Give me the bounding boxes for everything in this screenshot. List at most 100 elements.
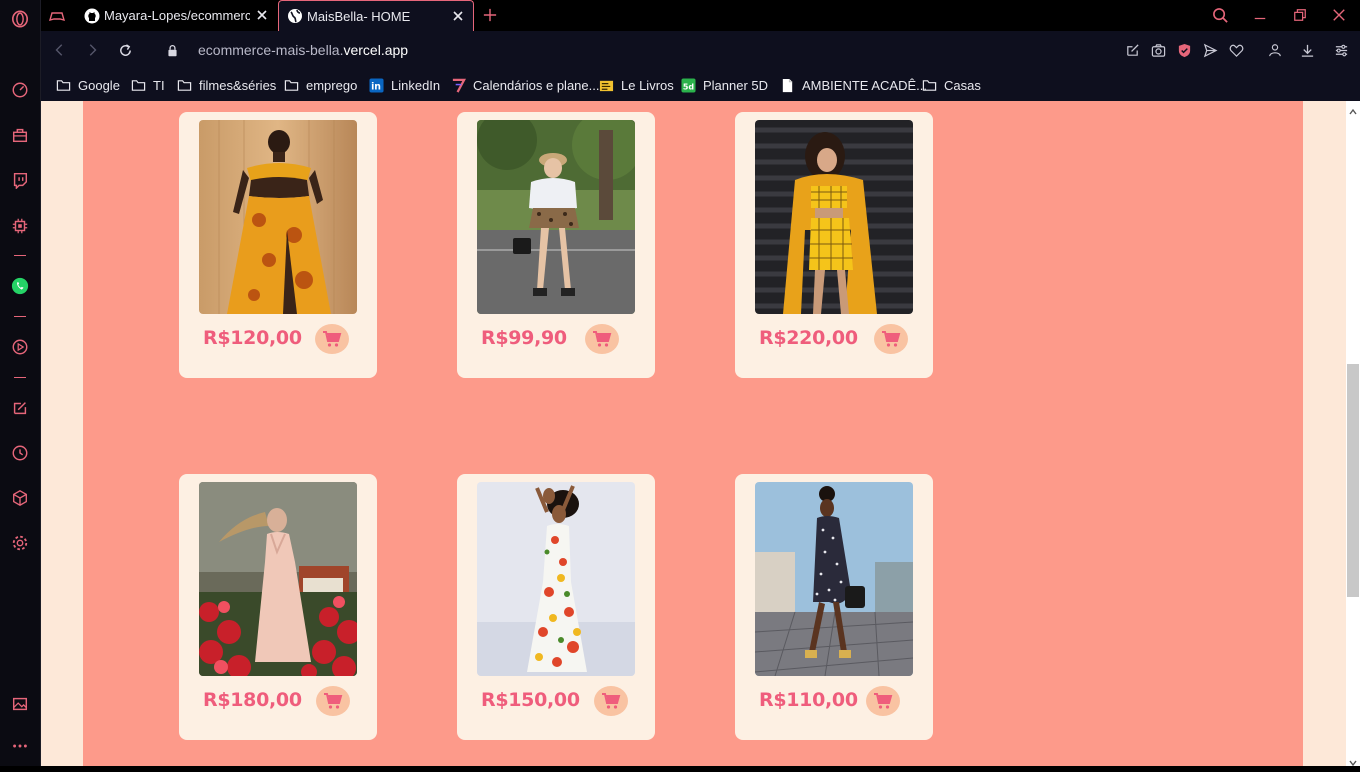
- image-gallery-icon[interactable]: [10, 694, 30, 714]
- scroll-down-arrow-icon[interactable]: [1349, 754, 1357, 767]
- forward-icon[interactable]: [83, 41, 101, 59]
- bookmark-filmes-series[interactable]: filmes&séries: [176, 75, 276, 95]
- easy-setup-icon[interactable]: [1332, 41, 1350, 59]
- svg-text:5d: 5d: [682, 82, 694, 91]
- bookmark-label: Le Livros: [621, 77, 674, 93]
- browser-sidebar: [0, 0, 41, 766]
- calendar-logo-icon: [450, 77, 466, 93]
- shopping-cart-icon: [602, 693, 621, 709]
- bookmark-label: LinkedIn: [391, 77, 441, 93]
- opera-logo-icon[interactable]: [10, 9, 30, 29]
- pinboard-icon[interactable]: [10, 398, 30, 418]
- product-price: R$150,00: [481, 689, 580, 711]
- workspaces-icon[interactable]: [10, 125, 30, 145]
- product-price: R$180,00: [203, 689, 302, 711]
- product-image[interactable]: [477, 120, 635, 314]
- page-viewport: R$120,00 R$99,90 R$220,00 R$180,00 R$150…: [41, 101, 1360, 766]
- add-to-cart-button[interactable]: [874, 324, 908, 354]
- bookmark-label: filmes&séries: [199, 77, 277, 93]
- tab-bar: Mayara-Lopes/ecommerce MaisBella- HOME: [41, 0, 1360, 31]
- more-options-icon[interactable]: [10, 736, 30, 756]
- page-scrollbar[interactable]: [1346, 101, 1360, 767]
- bookmark-linkedin[interactable]: in LinkedIn: [368, 75, 440, 95]
- tab-gx[interactable]: [41, 0, 73, 31]
- product-card[interactable]: R$150,00: [457, 474, 655, 740]
- tab-title: MaisBella- HOME: [307, 8, 411, 24]
- bookmark-label: AMBIENTE ACADÊ...: [802, 77, 927, 93]
- tab-title: Mayara-Lopes/ecommerce: [104, 8, 250, 23]
- product-image[interactable]: [755, 120, 913, 314]
- lock-icon[interactable]: [163, 41, 181, 59]
- folder-icon: [283, 77, 299, 93]
- github-icon: [84, 8, 100, 24]
- sidebar-divider: [14, 377, 26, 378]
- product-price: R$220,00: [759, 327, 858, 349]
- history-icon[interactable]: [10, 443, 30, 463]
- product-image[interactable]: [477, 482, 635, 676]
- folder-icon: [55, 77, 71, 93]
- bookmark-ambiente-academico[interactable]: AMBIENTE ACADÊ...: [779, 75, 927, 95]
- ad-block-shield-icon[interactable]: [1175, 41, 1193, 59]
- bookmark-calendarios[interactable]: Calendários e plane...: [450, 75, 599, 95]
- close-tab-icon[interactable]: [255, 8, 269, 22]
- send-flow-icon[interactable]: [1201, 41, 1219, 59]
- reload-icon[interactable]: [116, 41, 134, 59]
- product-card[interactable]: R$99,90: [457, 112, 655, 378]
- speed-dial-icon[interactable]: [10, 80, 30, 100]
- account-icon[interactable]: [1266, 41, 1284, 59]
- player-icon[interactable]: [10, 337, 30, 357]
- scroll-up-arrow-icon[interactable]: [1349, 103, 1357, 115]
- linkedin-icon: in: [368, 77, 384, 93]
- add-to-cart-button[interactable]: [315, 324, 349, 354]
- extensions-icon[interactable]: [10, 488, 30, 508]
- product-card[interactable]: R$120,00: [179, 112, 377, 378]
- bookmark-google[interactable]: Google: [55, 75, 120, 95]
- add-to-cart-button[interactable]: [316, 686, 350, 716]
- product-image[interactable]: [199, 120, 357, 314]
- add-to-cart-button[interactable]: [866, 686, 900, 716]
- tab-maisbella[interactable]: MaisBella- HOME: [278, 0, 474, 31]
- address-bar: ecommerce-mais-bella.vercel.app: [41, 31, 1360, 69]
- url-field[interactable]: ecommerce-mais-bella.vercel.app: [198, 42, 408, 58]
- product-price: R$110,00: [759, 689, 858, 711]
- minimize-icon[interactable]: [1251, 6, 1269, 24]
- twitch-icon[interactable]: [10, 170, 30, 190]
- bookmark-label: Casas: [944, 77, 981, 93]
- url-prefix: ecommerce-mais-bella.: [198, 42, 344, 58]
- close-window-icon[interactable]: [1330, 6, 1348, 24]
- product-card[interactable]: R$180,00: [179, 474, 377, 740]
- add-to-cart-button[interactable]: [585, 324, 619, 354]
- bookmark-label: Planner 5D: [703, 77, 769, 93]
- snapshot-camera-icon[interactable]: [1149, 41, 1167, 59]
- search-tabs-icon[interactable]: [1211, 6, 1229, 24]
- bookmarks-bar: Google TI filmes&séries emprego in Linke…: [41, 69, 1360, 101]
- folder-icon: [921, 77, 937, 93]
- restore-window-icon[interactable]: [1291, 6, 1309, 24]
- chip-icon[interactable]: [10, 216, 30, 236]
- bookmark-ti[interactable]: TI: [130, 75, 165, 95]
- close-tab-icon[interactable]: [451, 9, 465, 23]
- new-tab-plus-icon[interactable]: [481, 6, 499, 24]
- product-card[interactable]: R$220,00: [735, 112, 933, 378]
- download-icon[interactable]: [1298, 41, 1316, 59]
- tab-github[interactable]: Mayara-Lopes/ecommerce: [76, 0, 277, 31]
- bookmark-casas[interactable]: Casas: [921, 75, 981, 95]
- settings-gear-icon[interactable]: [10, 533, 30, 553]
- edit-page-icon[interactable]: [1123, 41, 1141, 59]
- add-to-cart-button[interactable]: [594, 686, 628, 716]
- bookmark-heart-icon[interactable]: [1227, 41, 1245, 59]
- scrollbar-thumb[interactable]: [1347, 364, 1359, 597]
- sidebar-divider: [14, 316, 26, 317]
- product-card[interactable]: R$110,00: [735, 474, 933, 740]
- product-image[interactable]: [755, 482, 913, 676]
- shopping-cart-icon: [882, 331, 901, 347]
- bookmark-le-livros[interactable]: Le Livros: [598, 75, 674, 95]
- document-icon: [779, 77, 795, 93]
- bookmark-emprego[interactable]: emprego: [283, 75, 357, 95]
- bookmark-planner-5d[interactable]: 5d Planner 5D: [680, 75, 768, 95]
- product-image[interactable]: [199, 482, 357, 676]
- gamepad-icon: [49, 8, 65, 24]
- whatsapp-icon[interactable]: [10, 276, 30, 296]
- back-icon[interactable]: [51, 41, 69, 59]
- book-icon: [598, 77, 614, 93]
